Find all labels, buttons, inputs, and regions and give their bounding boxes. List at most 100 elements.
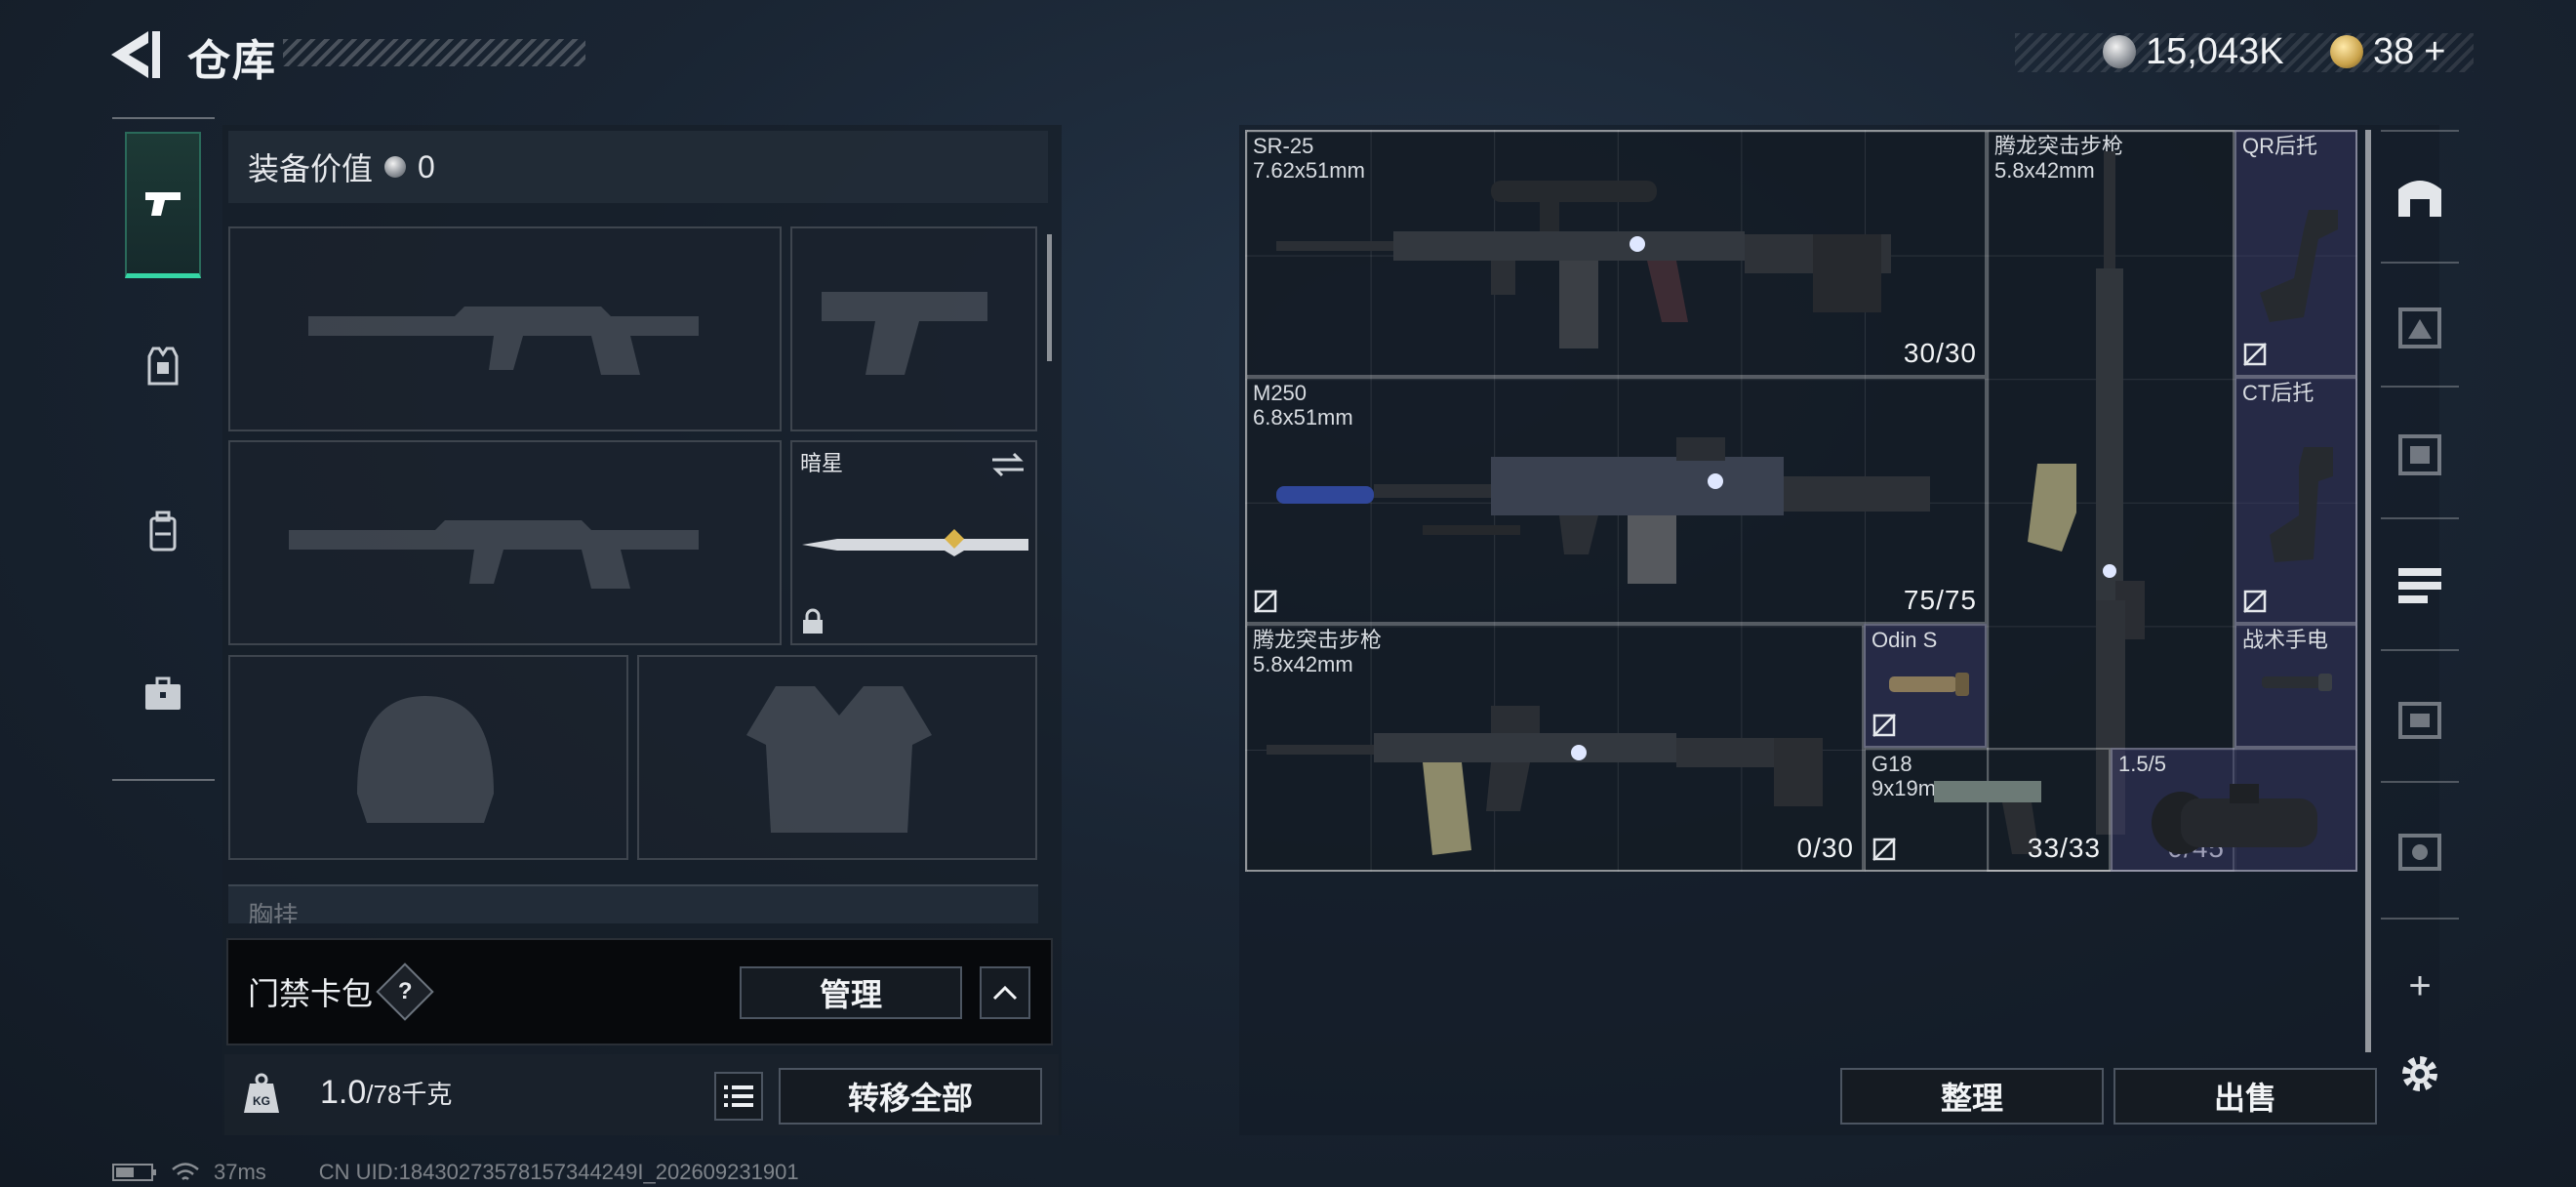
nav-storage-tier4-b[interactable]: [2383, 796, 2457, 903]
item-name: QR后托: [2242, 134, 2318, 158]
not-insured-icon: [1872, 838, 1896, 861]
stock-icon: [2270, 447, 2333, 562]
assault-rifle-icon: [1267, 706, 1823, 855]
equipment-value-amount: 0: [418, 148, 435, 184]
equipment-scrollbar[interactable]: [1047, 234, 1052, 361]
battery-icon: [112, 1164, 156, 1181]
storage-item-odin-s[interactable]: Odin S: [1864, 624, 1987, 748]
gold-plus-button[interactable]: +: [2424, 31, 2445, 73]
silver-coin-icon: [2103, 35, 2136, 68]
item-name: CT后托: [2242, 381, 2314, 405]
primary-weapon-slot[interactable]: [228, 226, 782, 431]
gold-coin-icon: [2330, 35, 2363, 68]
storage-item-qr-stock[interactable]: QR后托: [2234, 130, 2357, 377]
storage-tier-icon: [2398, 307, 2441, 348]
storage-tier-icon: [2398, 834, 2441, 871]
melee-slot[interactable]: 暗星: [790, 440, 1037, 645]
right-nav-line: [2381, 130, 2459, 132]
storage-item-tenglong-horizontal[interactable]: 腾龙突击步枪 5.8x42mm 0/30: [1245, 624, 1864, 872]
storage-item-sr25[interactable]: SR-25 7.62x51mm 30/30: [1245, 130, 1987, 377]
right-nav-line: [2381, 649, 2459, 651]
help-icon[interactable]: ?: [376, 962, 434, 1021]
list-view-button[interactable]: [714, 1072, 763, 1121]
chest-rig-label: 胸挂: [248, 901, 300, 923]
transfer-all-button[interactable]: 转移全部: [779, 1068, 1042, 1125]
knife-icon: [802, 529, 1028, 556]
nav-storage-weapons[interactable]: [2383, 532, 2457, 639]
right-nav-line: [2381, 781, 2459, 783]
status-bar: 37ms CN UID:18430273578157344249I_202609…: [112, 1158, 799, 1187]
storage-item-tactical-flashlight[interactable]: 战术手电: [2234, 624, 2357, 748]
warehouse-icon: [2398, 181, 2441, 217]
storage-item-m250[interactable]: M250 6.8x51mm 75/75: [1245, 377, 1987, 624]
weight-current: 1.0: [320, 1074, 367, 1111]
nav-bottom-line: [112, 779, 215, 781]
stock-icon: [2260, 210, 2338, 322]
right-nav-line: [2381, 386, 2459, 388]
sort-button[interactable]: 整理: [1840, 1068, 2104, 1125]
back-button[interactable]: [107, 27, 166, 82]
silver-currency: 15,043K: [2103, 29, 2284, 74]
page-title: 仓库: [187, 37, 277, 85]
swap-icon[interactable]: [990, 450, 1026, 479]
right-nav-line: [2381, 517, 2459, 519]
nav-storage-all[interactable]: [2383, 142, 2457, 249]
flashlight-icon: [2262, 674, 2332, 691]
pistol-silhouette-icon: [822, 292, 987, 375]
vest-icon: [147, 347, 179, 386]
storage-item-scope[interactable]: 1.5/5: [2111, 748, 2357, 872]
nav-tab-backpack[interactable]: [125, 459, 201, 605]
right-nav-line: [2381, 918, 2459, 920]
flashlight-icon: [1889, 673, 1969, 696]
briefcase-icon: [145, 676, 181, 710]
sniper-rifle-icon: [1276, 181, 1891, 348]
pistol-slot[interactable]: [790, 226, 1037, 431]
kg-weight-icon: KG: [244, 1073, 279, 1113]
rifle-silhouette-icon: [308, 307, 699, 375]
melee-name: 暗星: [800, 451, 844, 475]
nav-tab-armor[interactable]: [125, 293, 201, 439]
storage-tier-icon: [2398, 434, 2441, 475]
item-name: 战术手电: [2242, 628, 2329, 652]
nav-tab-weapons[interactable]: [125, 132, 201, 278]
storage-item-ct-stock[interactable]: CT后托: [2234, 377, 2357, 624]
ping-value: 37ms: [214, 1160, 266, 1184]
ammo-count: 0/30: [1796, 833, 1854, 863]
equipment-value: 装备价值 0: [228, 131, 1048, 203]
rifle-silhouette-icon: [289, 520, 699, 589]
collapse-button[interactable]: [980, 966, 1030, 1019]
item-name: Odin S: [1872, 628, 1938, 652]
nav-storage-tier3-b[interactable]: [2383, 400, 2457, 508]
chest-rig-section: 胸挂: [228, 884, 1038, 923]
weapon-rack-icon: [2398, 568, 2441, 603]
storage-scrollbar[interactable]: [2365, 130, 2371, 1052]
storage-tier-icon: [2398, 702, 2441, 739]
manage-button[interactable]: 管理: [740, 966, 962, 1019]
wifi-icon: [172, 1163, 199, 1180]
weight-max: /78: [366, 1080, 402, 1109]
armor-silhouette-icon: [746, 686, 932, 833]
right-nav-line: [2381, 262, 2459, 264]
secondary-weapon-slot[interactable]: [228, 440, 782, 645]
backpack-icon: [149, 511, 177, 552]
title-decoration: [283, 39, 585, 66]
ammo-count: 33/33: [2027, 833, 2101, 863]
not-insured-icon: [2243, 590, 2267, 613]
nav-storage-tier3-a[interactable]: [2383, 273, 2457, 381]
body-armor-slot[interactable]: [637, 655, 1037, 860]
sell-button[interactable]: 出售: [2113, 1068, 2377, 1125]
user-uid: CN UID:18430273578157344249I_20260923190…: [318, 1160, 799, 1184]
silver-amount: 15,043K: [2146, 30, 2284, 72]
nav-storage-tier4-a[interactable]: [2383, 664, 2457, 771]
pistol-icon: [145, 191, 181, 216]
helmet-slot[interactable]: [228, 655, 628, 860]
nav-top-line: [112, 117, 215, 119]
nav-tab-toolbox[interactable]: [125, 621, 201, 767]
not-insured-icon: [1872, 714, 1896, 737]
gold-currency[interactable]: 38 +: [2330, 29, 2445, 74]
storage-item-g18[interactable]: G18 9x19mm 33/33: [1864, 748, 2111, 872]
settings-button[interactable]: [2383, 1020, 2457, 1127]
list-icon: [724, 1085, 753, 1107]
back-arrow-icon: [111, 31, 160, 78]
machine-gun-icon: [1276, 437, 1930, 584]
